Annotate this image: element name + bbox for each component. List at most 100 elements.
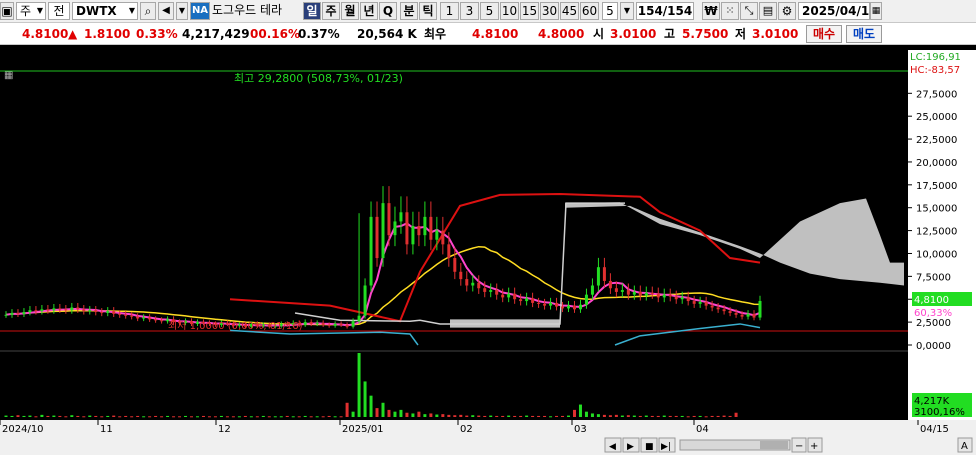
grid-icon[interactable]: ⁙ bbox=[721, 2, 739, 20]
volume-bar bbox=[549, 416, 553, 418]
volume-bar bbox=[734, 412, 738, 417]
candle-body bbox=[34, 310, 38, 312]
interval-btn-10[interactable]: 10 bbox=[500, 2, 519, 20]
market-select[interactable]: 주 ▼ bbox=[16, 2, 46, 20]
currency-icon[interactable]: ₩ bbox=[702, 2, 720, 20]
interval-btn-3[interactable]: 3 bbox=[460, 2, 479, 20]
price-tick-label: 25,0000 bbox=[916, 112, 957, 123]
candle-body bbox=[704, 301, 708, 306]
buy-button[interactable]: 매수 bbox=[806, 25, 842, 43]
candle-body bbox=[668, 294, 672, 297]
interval-label: 60 bbox=[581, 4, 598, 18]
volume-bar bbox=[584, 411, 588, 417]
interval-label: 45 bbox=[561, 4, 578, 18]
chart-menu-icon[interactable]: ▦ bbox=[4, 70, 13, 81]
volume-bar bbox=[501, 415, 505, 417]
search-icon[interactable]: ⌕ bbox=[140, 2, 156, 20]
legend-hc: HC:-83,57 bbox=[910, 65, 960, 76]
date-tick-label: 04 bbox=[696, 424, 709, 435]
speaker-icon[interactable]: ◀ bbox=[158, 2, 174, 20]
volume-bar bbox=[297, 416, 301, 418]
volume-bar bbox=[483, 415, 487, 417]
sell-button-label: 매도 bbox=[852, 27, 876, 41]
volume-bar bbox=[459, 414, 463, 417]
crosshair-icon[interactable]: ⤡ bbox=[740, 2, 758, 20]
volume-bar bbox=[650, 415, 654, 417]
interval-btn-30[interactable]: 30 bbox=[540, 2, 559, 20]
volume-bar bbox=[435, 414, 439, 417]
candle-body bbox=[22, 312, 26, 314]
interval-btn-60[interactable]: 60 bbox=[580, 2, 599, 20]
period-btn-minute[interactable]: 분 bbox=[400, 2, 418, 20]
candle-body bbox=[483, 288, 487, 292]
volume-bar bbox=[662, 415, 666, 417]
candle-body bbox=[590, 285, 594, 295]
period-type-select[interactable]: 전 bbox=[48, 2, 70, 20]
zoom-out-glyph: − bbox=[795, 441, 803, 452]
volume-bar bbox=[357, 353, 361, 417]
period-btn-month[interactable]: 월 bbox=[341, 2, 359, 20]
gear-icon[interactable]: ⚙ bbox=[778, 2, 796, 20]
calendar-icon[interactable]: ▦ bbox=[870, 2, 882, 20]
candle-body bbox=[698, 301, 702, 304]
candle-body bbox=[632, 291, 636, 295]
candle-body bbox=[40, 309, 44, 312]
period-btn-label: 일 bbox=[306, 4, 318, 18]
interval-btn-1[interactable]: 1 bbox=[440, 2, 459, 20]
candle-body bbox=[357, 315, 361, 322]
period-btn-year[interactable]: 년 bbox=[360, 2, 378, 20]
sell-button[interactable]: 매도 bbox=[846, 25, 882, 43]
candle-body bbox=[567, 305, 571, 309]
candle-body bbox=[644, 292, 648, 296]
period-btn-day[interactable]: 일 bbox=[303, 2, 321, 20]
pin-icon[interactable]: ▣ bbox=[0, 2, 14, 20]
prev-icon-glyph: ◀ bbox=[609, 442, 616, 452]
period-btn-quarter[interactable]: Q bbox=[379, 2, 397, 20]
volume-percent-a: 00.16% bbox=[250, 27, 300, 41]
volume-bar bbox=[668, 415, 672, 417]
volume-bar bbox=[561, 415, 565, 417]
candle-body bbox=[602, 267, 606, 281]
candle-body bbox=[52, 308, 56, 311]
chevron-down-icon[interactable]: ▼ bbox=[176, 2, 188, 20]
volume-bar bbox=[656, 415, 660, 417]
candle-body bbox=[519, 299, 523, 302]
candle-body bbox=[309, 322, 313, 324]
interval-value[interactable]: 5 bbox=[602, 2, 618, 20]
interval-btn-45[interactable]: 45 bbox=[560, 2, 579, 20]
price-chart[interactable]: ▦ 최고 29,2800 (508,73%, 01/23) 최저 1,0000 … bbox=[0, 45, 976, 455]
zoom-in-glyph: + bbox=[810, 441, 818, 452]
fast-forward-glyph: ▶| bbox=[661, 442, 671, 452]
bar-count-field[interactable]: 154/154 bbox=[636, 2, 694, 20]
chevron-down-icon[interactable]: ▼ bbox=[620, 2, 634, 20]
volume-bar bbox=[291, 416, 295, 418]
period-btn-week[interactable]: 주 bbox=[322, 2, 340, 20]
volume-bar bbox=[76, 415, 80, 417]
next-icon-glyph: ▶ bbox=[627, 442, 634, 452]
date-tick-label: 12 bbox=[218, 424, 231, 435]
price-tick-label: 22,5000 bbox=[916, 135, 957, 146]
high-price: 5.7500 bbox=[682, 27, 729, 41]
interval-btn-15[interactable]: 15 bbox=[520, 2, 539, 20]
volume-bar bbox=[112, 415, 116, 417]
volume-bar bbox=[519, 415, 523, 417]
volume-bar bbox=[52, 415, 56, 417]
candle-body bbox=[28, 310, 32, 313]
interval-label: 1 bbox=[445, 4, 454, 18]
volume-bar bbox=[178, 416, 182, 418]
date-tick-label: 2024/10 bbox=[2, 424, 44, 435]
volume-bar bbox=[28, 415, 32, 417]
save-icon[interactable]: ▤ bbox=[759, 2, 777, 20]
symbol-input[interactable]: DWTX ▼ bbox=[72, 2, 138, 20]
period-btn-tick[interactable]: 틱 bbox=[419, 2, 437, 20]
candle-body bbox=[333, 323, 337, 326]
scroll-thumb[interactable] bbox=[760, 441, 788, 449]
volume-bar bbox=[273, 416, 277, 418]
volume-bar bbox=[118, 416, 122, 418]
high-annotation: 최고 29,2800 (508,73%, 01/23) bbox=[234, 72, 403, 85]
volume-bar bbox=[154, 415, 158, 417]
interval-btn-5[interactable]: 5 bbox=[480, 2, 499, 20]
date-value: 2025/04/1 bbox=[802, 4, 870, 18]
date-field[interactable]: 2025/04/1 bbox=[798, 2, 870, 20]
price-tick-label: 10,0000 bbox=[916, 249, 957, 260]
